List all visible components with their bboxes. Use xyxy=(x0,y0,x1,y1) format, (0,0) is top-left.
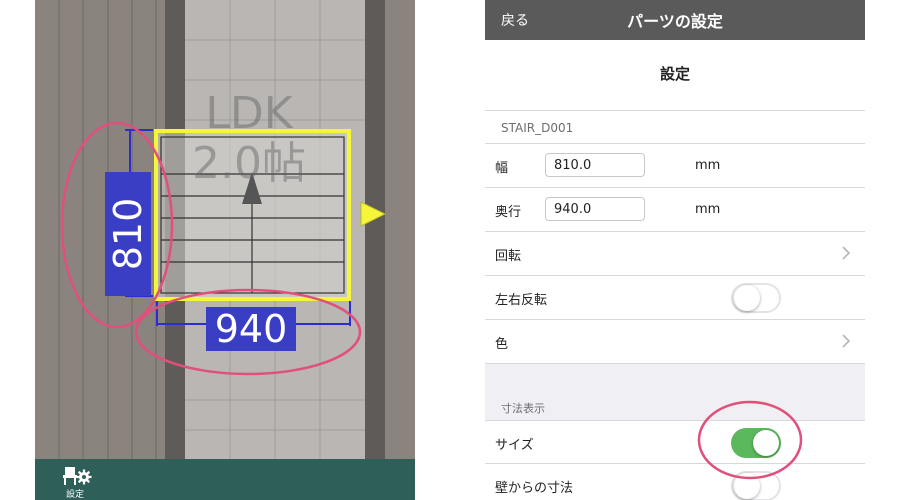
mirror-label: 左右反転 xyxy=(495,293,548,308)
room-size: 2.0帖 xyxy=(192,138,306,189)
depth-label: 奥行 xyxy=(495,205,522,220)
depth-dimension-value: 810 xyxy=(106,197,150,271)
part-settings-panel: 戻る パーツの設定 設定 STAIR_D001 幅 mm 奥行 mm 回転 左右… xyxy=(485,0,865,500)
width-dimension-label: 940 xyxy=(206,307,296,351)
width-input[interactable] xyxy=(545,153,645,177)
wall-distance-label: 壁からの寸法 xyxy=(495,481,574,496)
part-id: STAIR_D001 xyxy=(501,121,574,135)
highlight-circle-size-toggle xyxy=(697,400,803,480)
width-label: 幅 xyxy=(495,161,509,176)
sheet-title: 設定 xyxy=(485,40,865,110)
dimension-section-title: 寸法表示 xyxy=(501,402,545,415)
nav-bar: 戻る パーツの設定 xyxy=(485,0,865,40)
chair-gear-icon xyxy=(63,467,92,485)
floor-plan-canvas[interactable]: LDK 2.0帖 810 940 設定 xyxy=(35,0,415,500)
size-display-label: サイズ xyxy=(495,438,534,453)
chevron-right-icon xyxy=(842,334,851,348)
width-row: 幅 mm xyxy=(485,144,865,188)
depth-input[interactable] xyxy=(545,197,645,221)
chevron-right-icon xyxy=(842,246,851,260)
mirror-row: 左右反転 xyxy=(485,276,865,320)
part-section-header: STAIR_D001 xyxy=(485,110,865,144)
rotate-label: 回転 xyxy=(495,249,522,264)
depth-row: 奥行 mm xyxy=(485,188,865,232)
depth-dimension-label: 810 xyxy=(105,172,151,296)
floor-area-right xyxy=(385,0,415,460)
width-unit: mm xyxy=(695,158,721,173)
color-label: 色 xyxy=(495,337,509,352)
color-row[interactable]: 色 xyxy=(485,320,865,364)
wall-right xyxy=(365,0,385,460)
settings-button[interactable]: 設定 xyxy=(55,463,95,500)
depth-unit: mm xyxy=(695,202,721,217)
mirror-toggle[interactable] xyxy=(731,283,781,313)
settings-button-label: 設定 xyxy=(66,490,85,500)
floor-plan-drawing xyxy=(35,0,415,460)
toggle-knob xyxy=(734,285,760,311)
room-name: LDK xyxy=(205,88,293,139)
bottom-toolbar: 設定 xyxy=(35,459,415,500)
nav-title: パーツの設定 xyxy=(627,12,723,31)
rotate-row[interactable]: 回転 xyxy=(485,232,865,276)
